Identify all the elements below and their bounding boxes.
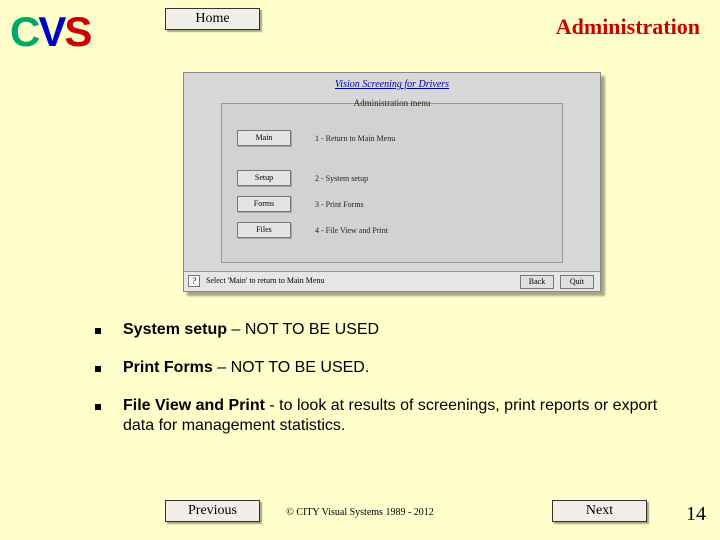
panel-row-4: 4 - File View and Print	[315, 226, 388, 235]
panel-row-2: 2 - System setup	[315, 174, 368, 183]
panel-row-1: 1 - Return to Main Menu	[315, 134, 395, 143]
bullet-suffix: – NOT TO BE USED	[227, 321, 379, 338]
list-item: System setup – NOT TO BE USED	[95, 320, 690, 340]
bullet-icon	[95, 328, 101, 334]
logo-v: V	[38, 8, 64, 55]
panel-button-main: Main	[237, 130, 291, 146]
back-button: Back	[520, 275, 554, 289]
shot-title: Vision Screening for Drivers	[184, 79, 600, 90]
help-icon: ?	[188, 275, 200, 287]
shot-panel: Administration menu Main 1 - Return to M…	[221, 103, 563, 263]
status-text: Select 'Main' to return to Main Menu	[206, 276, 324, 285]
panel-button-forms: Forms	[237, 196, 291, 212]
list-item: Print Forms – NOT TO BE USED.	[95, 358, 690, 378]
panel-button-files: Files	[237, 222, 291, 238]
bullet-label: System setup	[123, 321, 227, 338]
list-item: File View and Print - to look at results…	[95, 396, 690, 436]
bullet-icon	[95, 404, 101, 410]
bullet-suffix: – NOT TO BE USED.	[213, 359, 370, 376]
logo-s: S	[64, 8, 90, 55]
app-screenshot: Vision Screening for Drivers Administrat…	[183, 72, 601, 292]
page-title: Administration	[556, 14, 700, 40]
bullet-label: Print Forms	[123, 359, 213, 376]
panel-button-setup: Setup	[237, 170, 291, 186]
bullet-list: System setup – NOT TO BE USED Print Form…	[95, 320, 690, 454]
shot-panel-title: Administration menu	[222, 98, 562, 108]
bullet-icon	[95, 366, 101, 372]
logo-c: C	[10, 8, 38, 55]
panel-row-3: 3 - Print Forms	[315, 200, 364, 209]
quit-button: Quit	[560, 275, 594, 289]
page-number: 14	[686, 503, 706, 526]
bullet-label: File View and Print	[123, 397, 269, 414]
status-bar: ? Select 'Main' to return to Main Menu B…	[184, 271, 600, 291]
next-button[interactable]: Next	[552, 500, 647, 522]
home-button[interactable]: Home	[165, 8, 260, 30]
cvs-logo: CVS	[10, 8, 90, 56]
